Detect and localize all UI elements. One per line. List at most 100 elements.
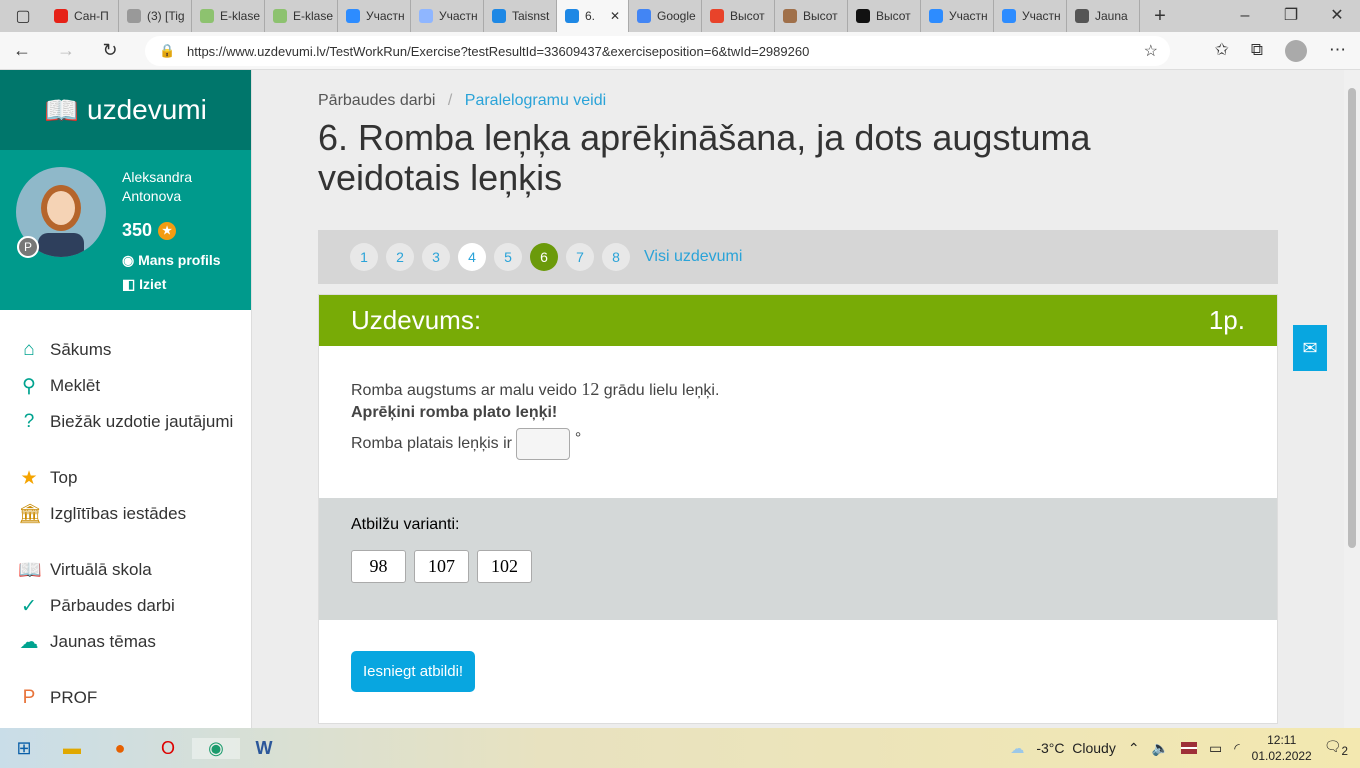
options-label: Atbilžu varianti: — [351, 516, 460, 533]
sidebar-item[interactable]: ⌂ Sākums — [0, 332, 251, 368]
page-6-button[interactable]: 6 — [530, 243, 558, 271]
battery-icon[interactable]: ▭ — [1209, 740, 1222, 757]
tab-label: Taisnst — [512, 9, 550, 23]
page-7-button[interactable]: 7 — [566, 243, 594, 271]
browser-tab[interactable]: Участн — [338, 0, 411, 32]
sidebar-item-icon: ⚲ — [22, 375, 36, 397]
page-2-button[interactable]: 2 — [386, 243, 414, 271]
weather[interactable]: -3°C Cloudy — [1036, 740, 1116, 756]
notifications-icon[interactable]: 🗨2 — [1324, 738, 1348, 758]
sidebar-item[interactable]: ? Biežāk uzdotie jautājumi — [0, 404, 251, 440]
task-points: 1p. — [1208, 305, 1245, 335]
tab-favicon-icon — [783, 9, 797, 23]
answer-input[interactable] — [516, 428, 571, 460]
volume-icon[interactable]: 🔈 — [1152, 740, 1169, 757]
scrollbar[interactable] — [1344, 70, 1360, 728]
page-4-button[interactable]: 4 — [458, 243, 486, 271]
tab-label: Высот — [730, 9, 765, 23]
browser-tab[interactable]: 6. ✕ — [557, 0, 629, 32]
url-input[interactable]: 🔒 https://www.uzdevumi.lv/TestWorkRun/Exe… — [145, 36, 1170, 66]
firefox-icon[interactable]: ● — [96, 738, 144, 759]
page-1-button[interactable]: 1 — [350, 243, 378, 271]
wifi-icon[interactable]: ◜ — [1234, 740, 1239, 757]
tab-actions-icon[interactable]: ▢ — [0, 6, 46, 26]
tab-label: E-klase — [220, 9, 261, 23]
new-tab-button[interactable]: + — [1140, 5, 1180, 28]
logout-icon: ◧ — [122, 276, 140, 292]
sidebar-item-label: Pārbaudes darbi — [50, 596, 175, 615]
option-chip[interactable]: 102 — [477, 550, 532, 583]
tab-favicon-icon — [492, 9, 506, 23]
clock[interactable]: 12:11 01.02.2022 — [1252, 732, 1312, 764]
favorite-icon[interactable]: ☆ — [1144, 41, 1158, 61]
profile-icon[interactable] — [1285, 39, 1307, 62]
page-3-button[interactable]: 3 — [422, 243, 450, 271]
logo[interactable]: 📖 uzdevumi — [0, 70, 251, 150]
all-tasks-link[interactable]: Visi uzdevumi — [644, 248, 742, 266]
restore-button[interactable]: ❐ — [1268, 0, 1314, 32]
mail-icon[interactable]: ✉ — [1293, 325, 1327, 371]
page-5-button[interactable]: 5 — [494, 243, 522, 271]
sidebar-item-icon: ? — [23, 411, 35, 432]
browser-tab[interactable]: Высот — [775, 0, 848, 32]
browser-tab[interactable]: Участн — [994, 0, 1067, 32]
browser-tab[interactable]: Участн — [921, 0, 994, 32]
tab-favicon-icon — [200, 9, 214, 23]
browser-tab[interactable]: E-klase — [192, 0, 265, 32]
sidebar-item[interactable]: ★ Top — [0, 460, 251, 496]
taskbar: ⊞ ▬ ● O ◉ W ☁ -3°C Cloudy ⌃ 🔈 ▭ ◜ 12:11 0… — [0, 728, 1360, 768]
logout-link[interactable]: ◧ Iziet — [122, 276, 166, 293]
star-icon: ★ — [158, 221, 177, 240]
close-tab-icon[interactable]: ✕ — [610, 9, 620, 23]
breadcrumb-tests[interactable]: Pārbaudes darbi — [318, 92, 435, 109]
page-8-button[interactable]: 8 — [602, 243, 630, 271]
browser-tab[interactable]: Сан-П — [46, 0, 119, 32]
sidebar-item[interactable]: 🏛 Izglītības iestādes — [0, 496, 251, 532]
exercise-pager: 1 2 3 4 5 6 7 8 Visi uzdevumi — [318, 230, 1278, 284]
browser-tab[interactable]: Высот — [848, 0, 921, 32]
collections-icon[interactable]: ⧉ — [1251, 40, 1263, 62]
tab-favicon-icon — [273, 9, 287, 23]
favorites-icon[interactable]: ✩ — [1215, 40, 1229, 62]
sidebar-item[interactable]: ✓ Pārbaudes darbi — [0, 588, 251, 624]
my-profile-link[interactable]: ◉ Mans profils — [122, 252, 221, 269]
browser-tab[interactable]: Участн — [411, 0, 484, 32]
language-flag-icon[interactable] — [1181, 742, 1198, 754]
windows-start-icon[interactable]: ⊞ — [0, 738, 48, 759]
browser-tab[interactable]: Jauna — [1067, 0, 1140, 32]
sidebar-item-icon: P — [22, 687, 36, 708]
option-chip[interactable]: 98 — [351, 550, 406, 583]
browser-tab[interactable]: Taisnst — [484, 0, 557, 32]
edge-icon[interactable]: ◉ — [192, 737, 240, 759]
file-explorer-icon[interactable]: ▬ — [48, 738, 96, 759]
sidebar-item-label: Virtuālā skola — [50, 560, 152, 579]
task-header: Uzdevums: — [351, 305, 482, 335]
breadcrumb: Pārbaudes darbi / Paralelogramu veidi — [318, 92, 607, 109]
breadcrumb-topic[interactable]: Paralelogramu veidi — [465, 92, 606, 109]
tab-label: 6. — [585, 9, 596, 23]
more-icon[interactable]: ⋯ — [1329, 40, 1346, 62]
sidebar-item[interactable]: ☁ Jaunas tēmas — [0, 624, 251, 660]
refresh-button[interactable]: ↻ — [88, 40, 132, 61]
tab-label: (3) [Tig — [147, 9, 185, 23]
sidebar-item-icon: ✓ — [21, 595, 37, 617]
answer-options: Atbilžu varianti: 98 107 102 — [319, 498, 1277, 620]
sidebar-item[interactable]: 📖 Virtuālā skola — [0, 552, 251, 588]
word-icon[interactable]: W — [240, 738, 288, 759]
browser-tab[interactable]: (3) [Tig — [119, 0, 192, 32]
browser-tab[interactable]: Google — [629, 0, 702, 32]
sidebar-item-label: Sākums — [50, 340, 112, 359]
browser-tab[interactable]: Высот — [702, 0, 775, 32]
option-chip[interactable]: 107 — [414, 550, 469, 583]
sidebar-item[interactable]: P PROF — [0, 680, 251, 716]
minimize-button[interactable]: – — [1222, 0, 1268, 32]
tray-chevron-icon[interactable]: ⌃ — [1128, 740, 1140, 757]
sidebar-item[interactable]: ⚲ Meklēt — [0, 368, 251, 404]
opera-icon[interactable]: O — [144, 738, 192, 759]
close-window-button[interactable]: ✕ — [1314, 0, 1360, 32]
browser-tab[interactable]: E-klase — [265, 0, 338, 32]
sidebar-item-label: Top — [50, 468, 78, 487]
submit-button[interactable]: Iesniegt atbildi! — [351, 651, 476, 692]
points-value: 350 — [122, 220, 153, 240]
back-button[interactable]: ← — [0, 40, 44, 61]
